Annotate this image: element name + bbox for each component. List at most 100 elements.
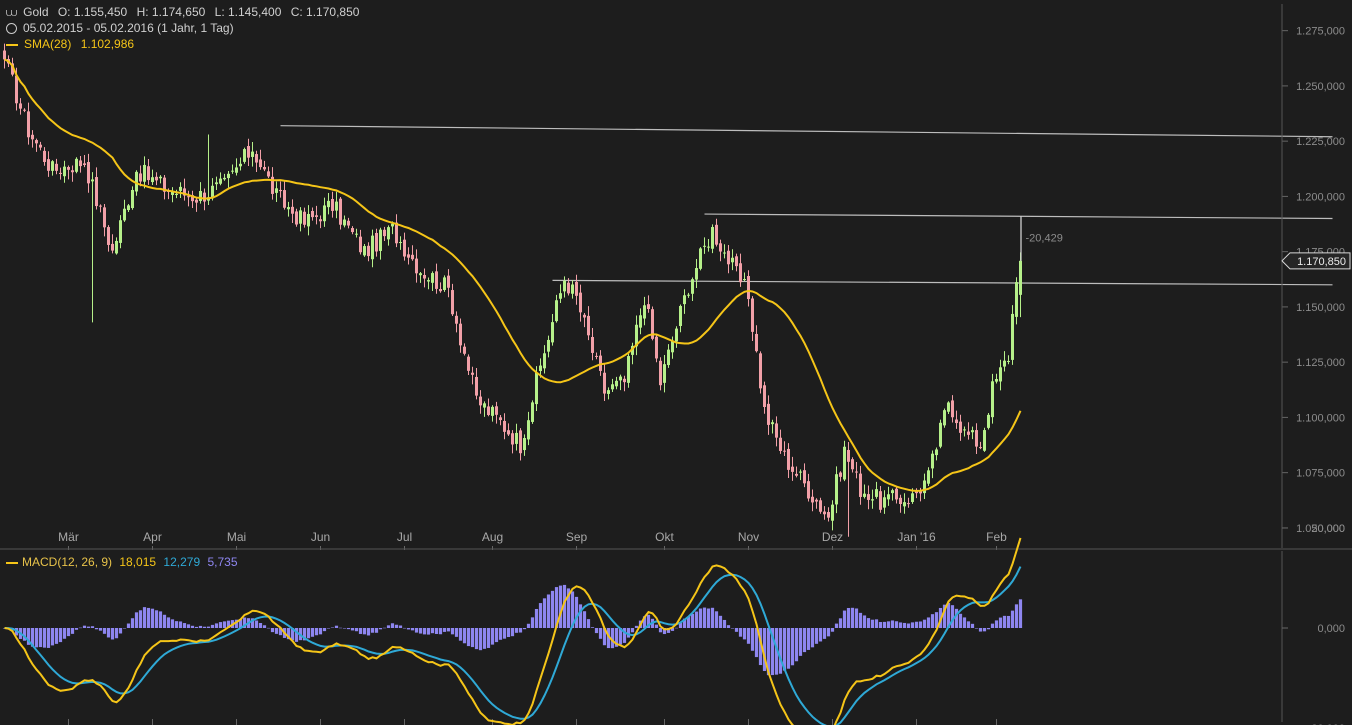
hist-bar	[710, 607, 715, 628]
candle-body	[195, 199, 198, 203]
month-label: Apr	[143, 530, 162, 544]
candle-body	[727, 250, 730, 265]
sma-label: SMA(28)	[24, 37, 72, 51]
hist-bar	[182, 623, 187, 628]
candle-body	[963, 429, 966, 431]
candle-body	[555, 300, 558, 322]
hist-bar	[890, 620, 895, 628]
candle-body	[591, 337, 594, 353]
candle-body	[111, 243, 114, 251]
trendline	[280, 125, 1333, 138]
candle-body	[319, 219, 322, 222]
candle-body	[31, 134, 34, 140]
candle-body	[175, 193, 178, 196]
candle-body	[223, 177, 226, 180]
date-range-row: 05.02.2015 - 05.02.2016 (1 Jahr, 1 Tag)	[6, 21, 240, 35]
hist-bar	[722, 619, 727, 628]
candle-body	[435, 271, 438, 289]
hist-bar	[986, 628, 991, 630]
candle-body	[787, 448, 790, 470]
candle-body	[879, 491, 882, 510]
macd-legend[interactable]: MACD(12, 26, 9) 18,015 12,279 5,735	[6, 555, 238, 569]
candle-body	[683, 295, 686, 305]
candle-body	[423, 274, 426, 279]
hist-bar	[786, 628, 791, 669]
hist-bar	[598, 628, 603, 639]
candle-body	[327, 200, 330, 208]
hist-bar	[950, 605, 955, 628]
hist-bar	[114, 628, 119, 639]
candle-body	[19, 103, 22, 109]
hist-bar	[366, 628, 371, 636]
hist-bar	[994, 620, 999, 628]
candle-body	[235, 167, 238, 173]
hist-bar	[422, 628, 427, 635]
hist-bar	[838, 618, 843, 628]
hist-bar	[462, 628, 467, 644]
candle-body	[127, 205, 130, 211]
sma-legend[interactable]: SMA(28) 1.102,986	[6, 37, 140, 51]
candle-body	[199, 190, 202, 201]
sma-value: 1.102,986	[80, 37, 135, 51]
hist-bar	[350, 628, 355, 631]
candle-body	[343, 219, 346, 226]
candle-body	[299, 210, 302, 224]
candle-body	[255, 154, 258, 163]
macd-axis: 20,0000,000-20,000	[1281, 523, 1345, 725]
candle-body	[147, 166, 150, 181]
candle-body	[811, 496, 814, 503]
hist-bar	[978, 628, 983, 632]
candle-body	[39, 144, 42, 148]
candle-body	[275, 188, 278, 193]
candle-body	[383, 229, 386, 237]
candle-body	[691, 279, 694, 294]
low-value: L: 1.145,400	[214, 5, 282, 19]
hist-bar	[170, 619, 175, 628]
hist-bar	[906, 623, 911, 628]
price-tick-label: 1.250,000	[1296, 81, 1345, 93]
candle-body	[535, 372, 538, 405]
hist-bar	[958, 613, 963, 628]
distance-annotation: -20,429	[1026, 232, 1063, 244]
hist-bar	[954, 608, 959, 628]
candle-body	[775, 423, 778, 438]
month-label: Aug	[482, 530, 503, 544]
hist-bar	[698, 608, 703, 628]
candle-body	[795, 473, 798, 476]
hist-bar	[702, 607, 707, 628]
month-label: Nov	[738, 530, 759, 544]
hist-bar	[34, 628, 39, 648]
candle-body	[27, 111, 30, 138]
candle-body	[671, 341, 674, 353]
candle-body	[799, 471, 802, 473]
candle-body	[995, 379, 998, 382]
candle-body	[471, 372, 474, 375]
hist-bar	[486, 628, 491, 648]
hist-bar	[270, 628, 275, 633]
hist-bar	[90, 626, 95, 628]
candle-body	[839, 472, 842, 477]
hist-bar	[134, 612, 139, 628]
hist-bar	[450, 628, 455, 635]
hist-bar	[814, 628, 819, 644]
candle-body	[755, 333, 758, 352]
candle-body	[67, 167, 70, 170]
candle-body	[359, 236, 362, 253]
hist-bar	[310, 628, 315, 637]
price-tick-label: 1.150,000	[1296, 302, 1345, 314]
macd-tick-label: 20,000	[1311, 523, 1345, 535]
hist-bar	[534, 608, 539, 628]
hist-bar	[346, 628, 351, 630]
hist-bar	[158, 611, 163, 628]
hist-bar	[370, 628, 375, 633]
price-tick-label: 1.200,000	[1296, 191, 1345, 203]
macd-tick-label: 0,000	[1317, 623, 1345, 635]
hist-bar	[518, 628, 523, 633]
hist-bar	[810, 628, 815, 648]
distance-marker: -20,429	[1020, 216, 1063, 261]
candle-body	[603, 372, 606, 394]
candle-body	[503, 420, 506, 432]
hist-bar	[130, 618, 135, 628]
candle-body	[647, 304, 650, 309]
candle-body	[407, 254, 410, 258]
